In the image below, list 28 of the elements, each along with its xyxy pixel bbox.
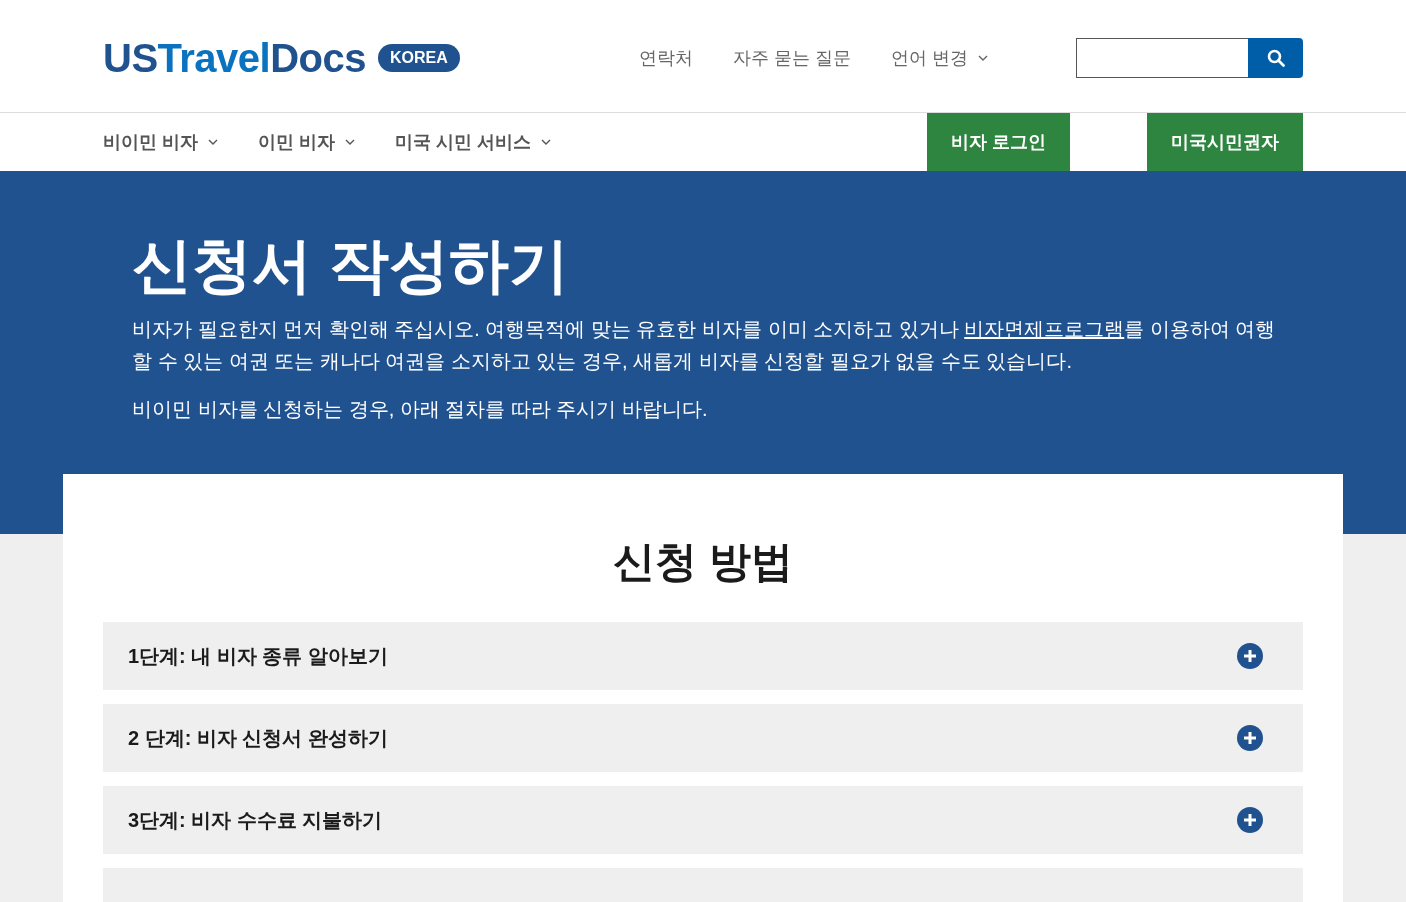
nav-button[interactable]: 미국시민권자 <box>1147 113 1303 171</box>
search-field[interactable] <box>1076 38 1248 78</box>
plus-circle-icon <box>1237 807 1263 833</box>
accordion-step[interactable]: 3단계: 비자 수수료 지불하기 <box>103 786 1303 854</box>
chevron-down-icon <box>978 55 989 61</box>
search-icon <box>1265 48 1286 68</box>
intro-paragraph: 비자가 필요한지 먼저 확인해 주십시오. 여행목적에 맞는 유효한 비자를 이미 소지하고 있거나 비자면제프로그램를 이용하여 여행할 수 있는 여권 또는 캐나다 여권을 소지하고 있는 경우, 새롭게 비자를 신청할 필요가 없을 수도 있습니다. <box>132 317 1277 374</box>
chevron-down-icon <box>345 139 356 145</box>
section-title: 신청 방법 <box>612 537 794 587</box>
top-link[interactable]: 연락처 <box>639 46 693 70</box>
chevron-down-icon <box>208 139 218 145</box>
accordion-step[interactable]: 1단계: 내 비자 종류 알아보기 <box>103 622 1303 690</box>
nav-button[interactable]: 비자 로그인 <box>927 113 1070 171</box>
plus-circle-icon <box>1237 725 1263 751</box>
visa-waiver-link[interactable]: 비자면제프로그램 <box>964 318 1125 340</box>
nav-menu-item[interactable]: 미국 시민 서비스 <box>395 130 552 154</box>
plus-circle-icon <box>1237 643 1263 669</box>
logo[interactable]: USTravelDocs <box>103 35 367 81</box>
nav-menu-item[interactable]: 비이민 비자 <box>103 130 218 154</box>
search-button[interactable] <box>1248 38 1303 78</box>
accordion-step[interactable]: 2 단계: 비자 신청서 완성하기 <box>103 704 1303 772</box>
chevron-down-icon <box>541 139 552 145</box>
intro-paragraph: 비이민 비자를 신청하는 경우, 아래 절차를 따라 주시기 바랍니다. <box>132 397 709 422</box>
page-title: 신청서 작성하기 <box>132 233 570 299</box>
top-link[interactable]: 자주 묻는 질문 <box>733 46 851 70</box>
country-badge: KOREA <box>378 44 460 72</box>
nav-menu-item[interactable]: 이민 비자 <box>258 130 356 154</box>
top-link[interactable]: 언어 변경 <box>891 46 989 70</box>
